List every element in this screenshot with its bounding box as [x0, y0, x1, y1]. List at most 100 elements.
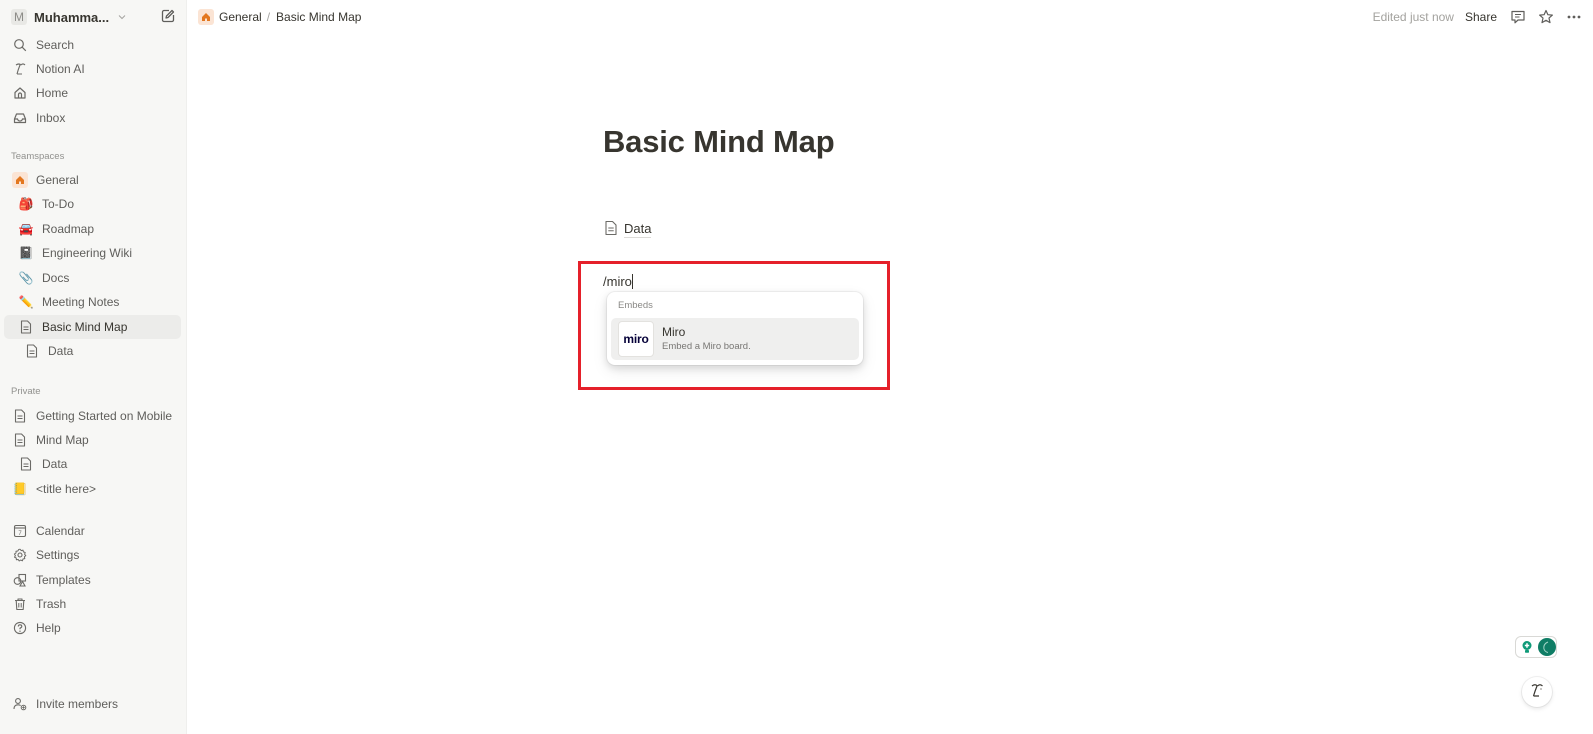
sidebar-item-calendar[interactable]: 7 Calendar — [4, 519, 181, 543]
sidebar-item-label: Mind Map — [36, 433, 89, 447]
car-icon: 🚘 — [18, 222, 34, 236]
menu-section-label: Embeds — [618, 300, 653, 311]
teamspace-home-icon — [198, 9, 214, 25]
chevron-down-icon — [117, 12, 127, 22]
breadcrumb: General / Basic Mind Map — [198, 8, 361, 26]
sidebar-item-search[interactable]: Search — [4, 33, 181, 57]
sidebar-item-notion-ai[interactable]: Notion AI — [4, 57, 181, 81]
backpack-icon: 🎒 — [18, 197, 34, 211]
page-icon — [12, 432, 28, 448]
sidebar-item-templates[interactable]: Templates — [4, 568, 181, 592]
sidebar-item-label: Help — [36, 621, 61, 635]
subpage-link-data[interactable]: Data — [604, 219, 652, 239]
page-icon — [18, 456, 34, 472]
teamspaces-section-label: Teamspaces — [11, 151, 65, 162]
sidebar-item-title-here[interactable]: 📒 <title here> — [4, 477, 181, 501]
sidebar-item-label: Trash — [36, 597, 67, 611]
sidebar-item-label: Templates — [36, 573, 91, 587]
page-title[interactable]: Basic Mind Map — [603, 124, 835, 160]
sidebar-item-label: To-Do — [42, 197, 75, 211]
invite-members-button[interactable]: Invite members — [4, 692, 181, 716]
sidebar-item-meeting-notes[interactable]: ✏️ Meeting Notes — [4, 290, 181, 314]
breadcrumb-separator: / — [266, 10, 271, 24]
slash-command-menu: Embeds miro Miro Embed a Miro board. — [607, 292, 863, 365]
sidebar-item-trash[interactable]: Trash — [4, 592, 181, 616]
breadcrumb-general[interactable]: General — [219, 10, 262, 24]
sidebar-item-general[interactable]: General — [4, 168, 181, 192]
notion-ai-button[interactable] — [1522, 677, 1552, 707]
search-icon — [12, 37, 28, 53]
text-caret — [631, 273, 633, 289]
sidebar-item-to-do[interactable]: 🎒 To-Do — [4, 192, 181, 216]
sidebar-item-label: Invite members — [36, 697, 119, 711]
page-icon — [604, 220, 618, 239]
sidebar-item-basic-mind-map[interactable]: Basic Mind Map — [4, 315, 181, 339]
sidebar-item-inbox[interactable]: Inbox — [4, 106, 181, 130]
menu-item-title: Miro — [662, 325, 686, 339]
sidebar-item-label: Engineering Wiki — [42, 246, 133, 260]
help-icon — [12, 620, 28, 636]
share-button[interactable]: Share — [1465, 10, 1497, 24]
sidebar-item-label: <title here> — [36, 482, 97, 496]
sidebar: M Muhamma... Search Notion AI Home Inbox… — [0, 0, 187, 734]
sidebar-item-mind-map[interactable]: Mind Map — [4, 428, 181, 452]
calendar-icon: 7 — [12, 523, 28, 539]
edited-status: Edited just now — [1372, 10, 1454, 24]
sidebar-item-private-data[interactable]: Data — [4, 452, 181, 476]
new-page-icon[interactable] — [160, 8, 176, 24]
trash-icon — [12, 596, 28, 612]
workspace-name: Muhamma... — [34, 9, 110, 25]
sidebar-item-label: Meeting Notes — [42, 295, 120, 309]
ledger-icon: 📒 — [12, 482, 28, 496]
notion-ai-icon — [1529, 682, 1545, 703]
sidebar-item-label: Getting Started on Mobile — [36, 409, 173, 423]
invite-user-icon — [12, 696, 28, 712]
workspace-switcher[interactable]: M Muhamma... — [8, 6, 128, 28]
sidebar-item-help[interactable]: Help — [4, 616, 181, 640]
sidebar-item-label: Basic Mind Map — [42, 320, 128, 334]
sidebar-item-settings[interactable]: Settings — [4, 543, 181, 567]
breadcrumb-current-page[interactable]: Basic Mind Map — [276, 10, 361, 24]
teamspace-home-icon — [12, 172, 28, 188]
menu-item-miro[interactable]: miro Miro Embed a Miro board. — [611, 318, 859, 360]
sidebar-item-data[interactable]: Data — [4, 339, 181, 363]
sidebar-item-label: Data — [48, 344, 74, 358]
more-options-icon[interactable] — [1565, 8, 1583, 26]
home-icon — [12, 85, 28, 101]
lightbulb-icon — [1520, 640, 1534, 654]
assistant-avatar-icon — [1538, 638, 1556, 656]
page-icon — [18, 319, 34, 335]
inbox-icon — [12, 110, 28, 126]
sidebar-item-label: Inbox — [36, 111, 66, 125]
private-section-label: Private — [11, 386, 41, 397]
sidebar-item-label: Notion AI — [36, 62, 85, 76]
sidebar-item-label: Settings — [36, 548, 80, 562]
templates-icon — [12, 572, 28, 588]
miro-logo-icon: miro — [618, 321, 654, 357]
sidebar-item-label: Search — [36, 38, 75, 52]
sidebar-item-label: Calendar — [36, 524, 85, 538]
slash-command-text: /miro — [603, 273, 632, 289]
comment-icon[interactable] — [1509, 8, 1527, 26]
subpage-link-label: Data — [624, 220, 652, 238]
page-icon — [24, 343, 40, 359]
notion-ai-icon — [12, 61, 28, 77]
page-icon — [12, 408, 28, 424]
sidebar-item-docs[interactable]: 📎 Docs — [4, 266, 181, 290]
sidebar-item-label: Home — [36, 86, 69, 100]
sidebar-item-getting-started[interactable]: Getting Started on Mobile — [4, 404, 181, 428]
sidebar-item-home[interactable]: Home — [4, 81, 181, 105]
sidebar-item-engineering-wiki[interactable]: 📓 Engineering Wiki — [4, 241, 181, 265]
pencil-icon: ✏️ — [18, 295, 34, 309]
star-icon[interactable] — [1537, 8, 1555, 26]
sidebar-item-label: Data — [42, 457, 68, 471]
sidebar-item-label: Roadmap — [42, 222, 95, 236]
sidebar-item-label: Docs — [42, 271, 70, 285]
menu-item-description: Embed a Miro board. — [662, 341, 751, 352]
paperclip-icon: 📎 — [18, 271, 34, 285]
topbar-actions: Edited just now Share — [1373, 6, 1585, 28]
sidebar-item-roadmap[interactable]: 🚘 Roadmap — [4, 217, 181, 241]
helper-widget[interactable] — [1515, 636, 1557, 658]
slash-command-input[interactable]: /miro — [603, 272, 633, 290]
gear-icon — [12, 547, 28, 563]
